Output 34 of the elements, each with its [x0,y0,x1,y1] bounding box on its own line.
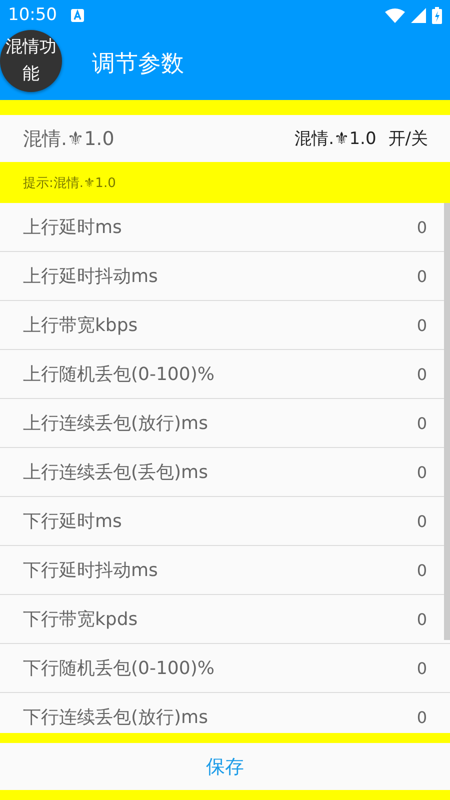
notification-icon [71,8,84,22]
param-value[interactable]: 0 [416,708,427,726]
param-label: 下行连续丢包(放行)ms [23,706,209,729]
param-value[interactable]: 0 [416,610,427,628]
menu-button[interactable]: 混情功能 [0,30,62,92]
toggle-button[interactable]: 开/关 [388,127,428,150]
param-label: 上行带宽kbps [23,314,139,337]
wifi-icon [385,8,405,22]
param-label: 下行延时ms [23,510,123,533]
param-label: 上行延时抖动ms [23,265,159,288]
param-value[interactable]: 0 [416,560,427,580]
param-label: 上行连续丢包(放行)ms [23,412,209,435]
config-name: 混情.⚜1.0 [23,126,116,152]
param-label: 下行延时抖动ms [23,559,159,582]
page-title: 调节参数 [92,50,184,79]
battery-icon [432,6,442,24]
hint-text: 提示:混情.⚜1.0 [23,174,116,192]
param-value[interactable]: 0 [416,218,427,236]
param-value[interactable]: 0 [416,512,427,530]
config-label: 混情.⚜1.0 [294,128,376,150]
param-label: 下行随机丢包(0-100)% [23,657,216,680]
param-label: 上行随机丢包(0-100)% [23,363,216,386]
param-value[interactable]: 0 [416,414,427,432]
param-label: 上行延时ms [23,216,123,239]
param-value[interactable]: 0 [416,658,427,678]
status-time: 10:50 [8,5,57,25]
param-value[interactable]: 0 [416,316,427,334]
param-label: 上行连续丢包(丢包)ms [23,461,209,484]
signal-icon [411,8,426,22]
param-value[interactable]: 0 [416,462,427,482]
param-label: 下行带宽kpds [23,608,139,631]
param-value[interactable]: 0 [416,364,427,384]
scrollbar[interactable] [444,203,450,640]
param-value[interactable]: 0 [416,266,427,286]
